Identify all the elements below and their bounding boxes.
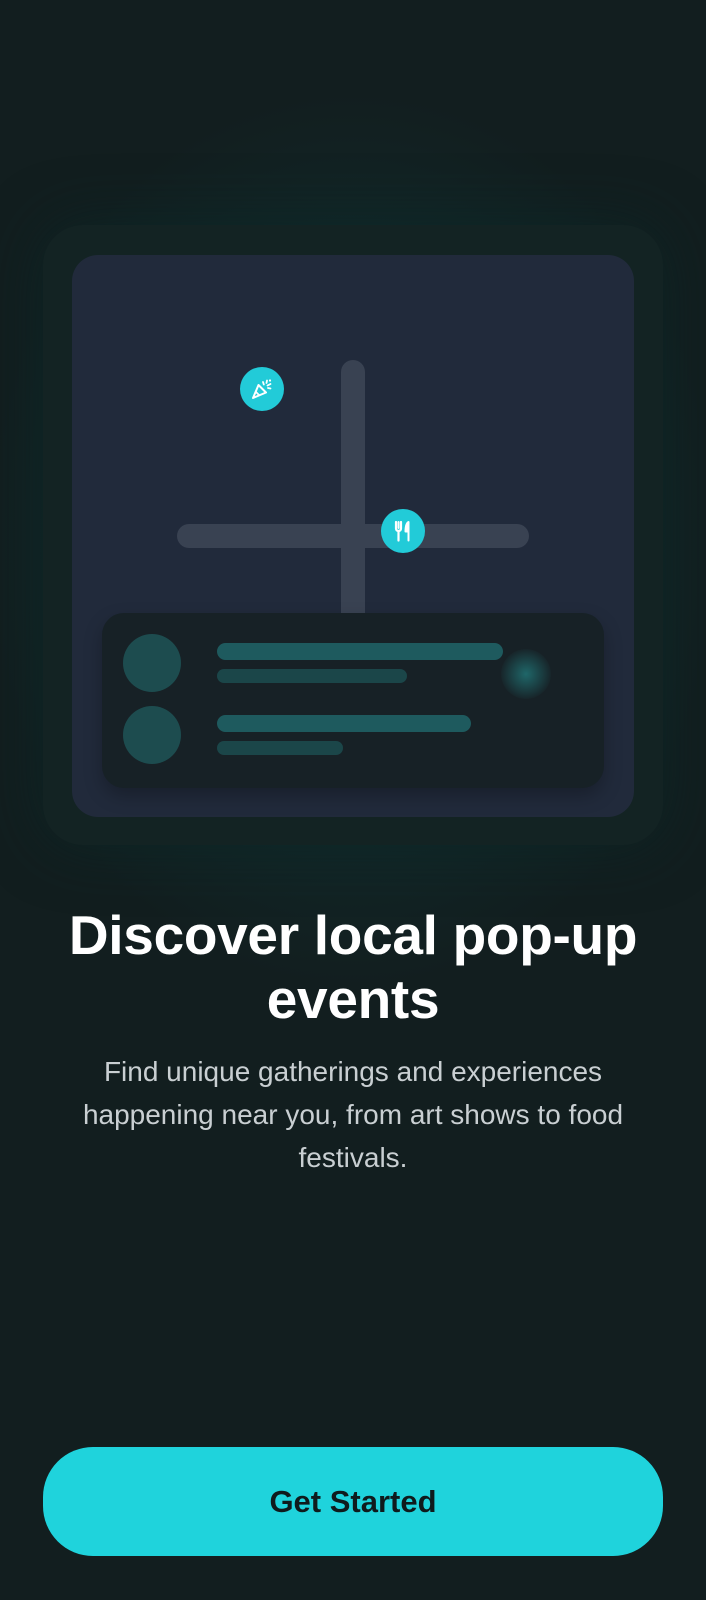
onboarding-screen: Discover local pop-up events Find unique…	[0, 0, 706, 1600]
event-title-placeholder	[217, 715, 471, 732]
event-title-placeholder	[217, 643, 503, 660]
event-thumbnail	[123, 634, 181, 692]
event-list-item	[123, 634, 593, 699]
event-list-item	[123, 706, 593, 766]
page-title: Discover local pop-up events	[68, 904, 638, 1030]
event-pin-party	[240, 367, 284, 411]
map-illustration	[72, 255, 634, 817]
page-description: Find unique gatherings and experiences h…	[82, 1056, 624, 1173]
event-subtitle-placeholder	[217, 669, 407, 683]
highlight-glow	[501, 649, 551, 699]
event-list-card	[102, 613, 604, 788]
map-road-horizontal	[177, 524, 529, 548]
party-popper-icon	[250, 377, 274, 401]
event-thumbnail	[123, 706, 181, 764]
fork-knife-icon	[391, 519, 415, 543]
event-subtitle-placeholder	[217, 741, 343, 755]
event-pin-food	[381, 509, 425, 553]
get-started-button[interactable]: Get Started	[43, 1447, 663, 1556]
